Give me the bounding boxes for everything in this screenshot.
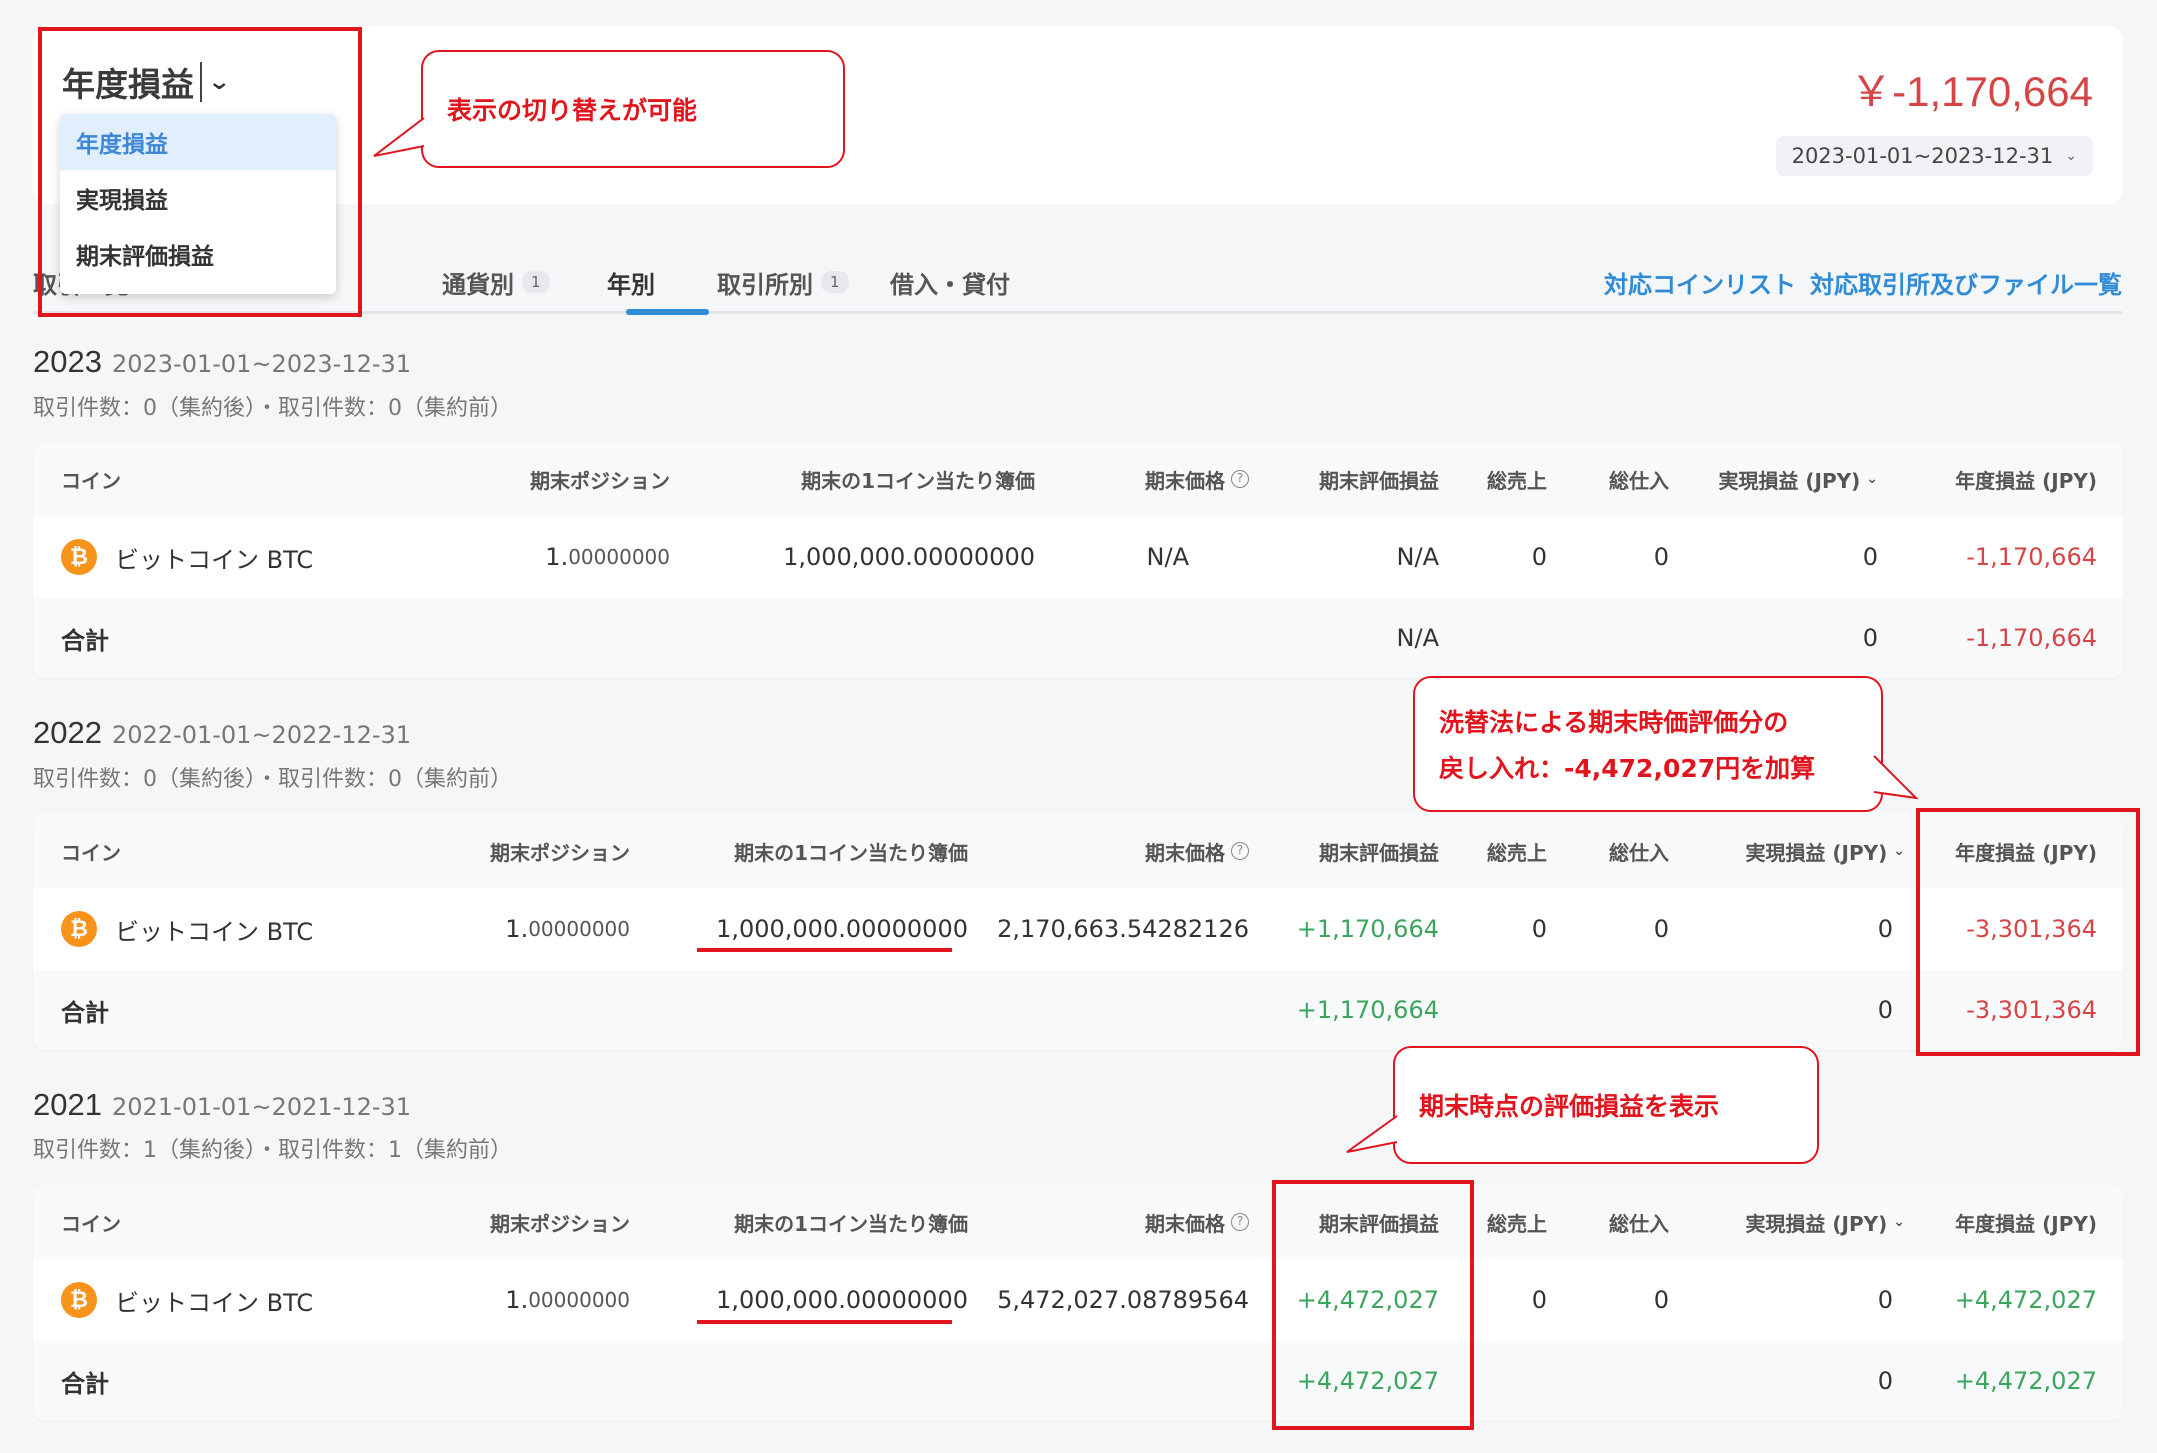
- price-header: 期末価格?: [1145, 1185, 1249, 1259]
- tab-lending[interactable]: 借入・貸付: [890, 256, 1010, 308]
- pl-type-label: 年度損益: [62, 65, 194, 104]
- year-heading: 2023 2023-01-01~2023-12-31: [33, 344, 412, 379]
- table-row: ₿ ビットコイン BTC 1. 00000000 1,000,000.0000000…: [33, 516, 2123, 598]
- transaction-counts: 取引件数：0（集約後）・取引件数：0（集約前）: [33, 767, 512, 792]
- text-cursor: [200, 62, 202, 102]
- price-header: 期末価格?: [1145, 814, 1249, 888]
- book-value-underline: [697, 948, 952, 952]
- tab-count-badge: 1: [522, 271, 550, 293]
- callout-tail: [373, 117, 425, 157]
- help-icon: ?: [1231, 1213, 1249, 1231]
- eval-pl-callout: 期末時点の評価損益を表示: [1393, 1046, 1819, 1164]
- active-tab-indicator: [626, 309, 709, 315]
- realized-pl-header[interactable]: 実現損益 (JPY) ⌄: [1745, 1185, 1905, 1259]
- table-header: コイン 期末ポジション 期末の1コイン当たり簿価 期末価格? 期末評価損益 総売…: [33, 442, 2123, 516]
- total-pl-amount: ￥-1,170,664: [1850, 68, 2093, 115]
- summary-header: [33, 26, 2123, 204]
- tab-bar: 取引一覧 71 通貨別 1 年別 取引所別 1 借入・貸付 対応コインリスト 対…: [33, 252, 2122, 315]
- tab-by-currency[interactable]: 通貨別 1: [442, 256, 550, 308]
- position-cell: 1. 00000000: [505, 1286, 630, 1314]
- table-header: コイン 期末ポジション 期末の1コイン当たり簿価 期末価格? 期末評価損益 総売…: [33, 814, 2123, 888]
- supported-coins-link[interactable]: 対応コインリスト: [1604, 256, 1796, 308]
- dropdown-option-realized[interactable]: 実現損益: [60, 170, 336, 226]
- chevron-down-icon: ⌄: [1866, 471, 1878, 487]
- supported-exchanges-link[interactable]: 対応取引所及びファイル一覧: [1810, 256, 2122, 308]
- tab-by-year[interactable]: 年別: [607, 256, 655, 308]
- table-row: ₿ ビットコイン BTC 1. 00000000 1,000,000.0000000…: [33, 1259, 2123, 1341]
- chevron-down-icon: ⌄: [2065, 148, 2077, 164]
- dropdown-option-eval[interactable]: 期末評価損益: [60, 226, 336, 282]
- year-table: コイン 期末ポジション 期末の1コイン当たり簿価 期末価格? 期末評価損益 総売…: [33, 814, 2123, 1050]
- callout-tail: [1873, 755, 1919, 800]
- table-sum-row: 合計 +1,170,664 0 -3,301,364: [33, 970, 2123, 1050]
- wash-method-callout: 洗替法による期末時価評価分の 戻し入れ：-4,472,027円を加算: [1413, 676, 1883, 812]
- period-label: 2023-01-01~2023-12-31: [1791, 144, 2054, 168]
- transaction-counts: 取引件数：0（集約後）・取引件数：0（集約前）: [33, 396, 512, 421]
- dropdown-option-annual[interactable]: 年度損益: [60, 114, 336, 170]
- bitcoin-icon: ₿: [61, 911, 97, 947]
- realized-pl-header[interactable]: 実現損益 (JPY) ⌄: [1718, 442, 1878, 516]
- coin-cell[interactable]: ₿ ビットコイン BTC: [61, 516, 313, 598]
- callout-tail: [1346, 1115, 1398, 1153]
- chevron-down-icon: ⌄: [1893, 843, 1905, 859]
- pl-type-dropdown: 年度損益 実現損益 期末評価損益: [60, 114, 336, 294]
- year-heading: 2021 2021-01-01~2021-12-31: [33, 1087, 412, 1122]
- price-header: 期末価格?: [1145, 442, 1249, 516]
- year-heading: 2022 2022-01-01~2022-12-31: [33, 715, 412, 750]
- year-table: コイン 期末ポジション 期末の1コイン当たり簿価 期末価格? 期末評価損益 総売…: [33, 1185, 2123, 1421]
- tab-count-badge: 1: [821, 271, 849, 293]
- year-table: コイン 期末ポジション 期末の1コイン当たり簿価 期末価格? 期末評価損益 総売…: [33, 442, 2123, 678]
- switch-callout: 表示の切り替えが可能: [421, 50, 845, 168]
- coin-cell[interactable]: ₿ ビットコイン BTC: [61, 1259, 313, 1341]
- help-icon: ?: [1231, 842, 1249, 860]
- bitcoin-icon: ₿: [61, 539, 97, 575]
- pl-type-select[interactable]: 年度損益 ⌄: [62, 58, 232, 106]
- table-row: ₿ ビットコイン BTC 1. 00000000 1,000,000.0000000…: [33, 888, 2123, 970]
- table-sum-row: 合計 +4,472,027 0 +4,472,027: [33, 1341, 2123, 1421]
- transaction-counts: 取引件数：1（集約後）・取引件数：1（集約前）: [33, 1138, 512, 1163]
- position-cell: 1. 00000000: [505, 915, 630, 943]
- chevron-down-icon: ⌄: [207, 69, 232, 95]
- chevron-down-icon: ⌄: [1893, 1214, 1905, 1230]
- coin-cell[interactable]: ₿ ビットコイン BTC: [61, 888, 313, 970]
- tab-by-exchange[interactable]: 取引所別 1: [717, 256, 849, 308]
- help-icon: ?: [1231, 470, 1249, 488]
- table-sum-row: 合計 N/A 0 -1,170,664: [33, 598, 2123, 678]
- position-cell: 1. 00000000: [545, 543, 670, 571]
- book-value-underline: [697, 1320, 952, 1324]
- realized-pl-header[interactable]: 実現損益 (JPY) ⌄: [1745, 814, 1905, 888]
- table-header: コイン 期末ポジション 期末の1コイン当たり簿価 期末価格? 期末評価損益 総売…: [33, 1185, 2123, 1259]
- period-select[interactable]: 2023-01-01~2023-12-31 ⌄: [1775, 136, 2093, 176]
- bitcoin-icon: ₿: [61, 1282, 97, 1318]
